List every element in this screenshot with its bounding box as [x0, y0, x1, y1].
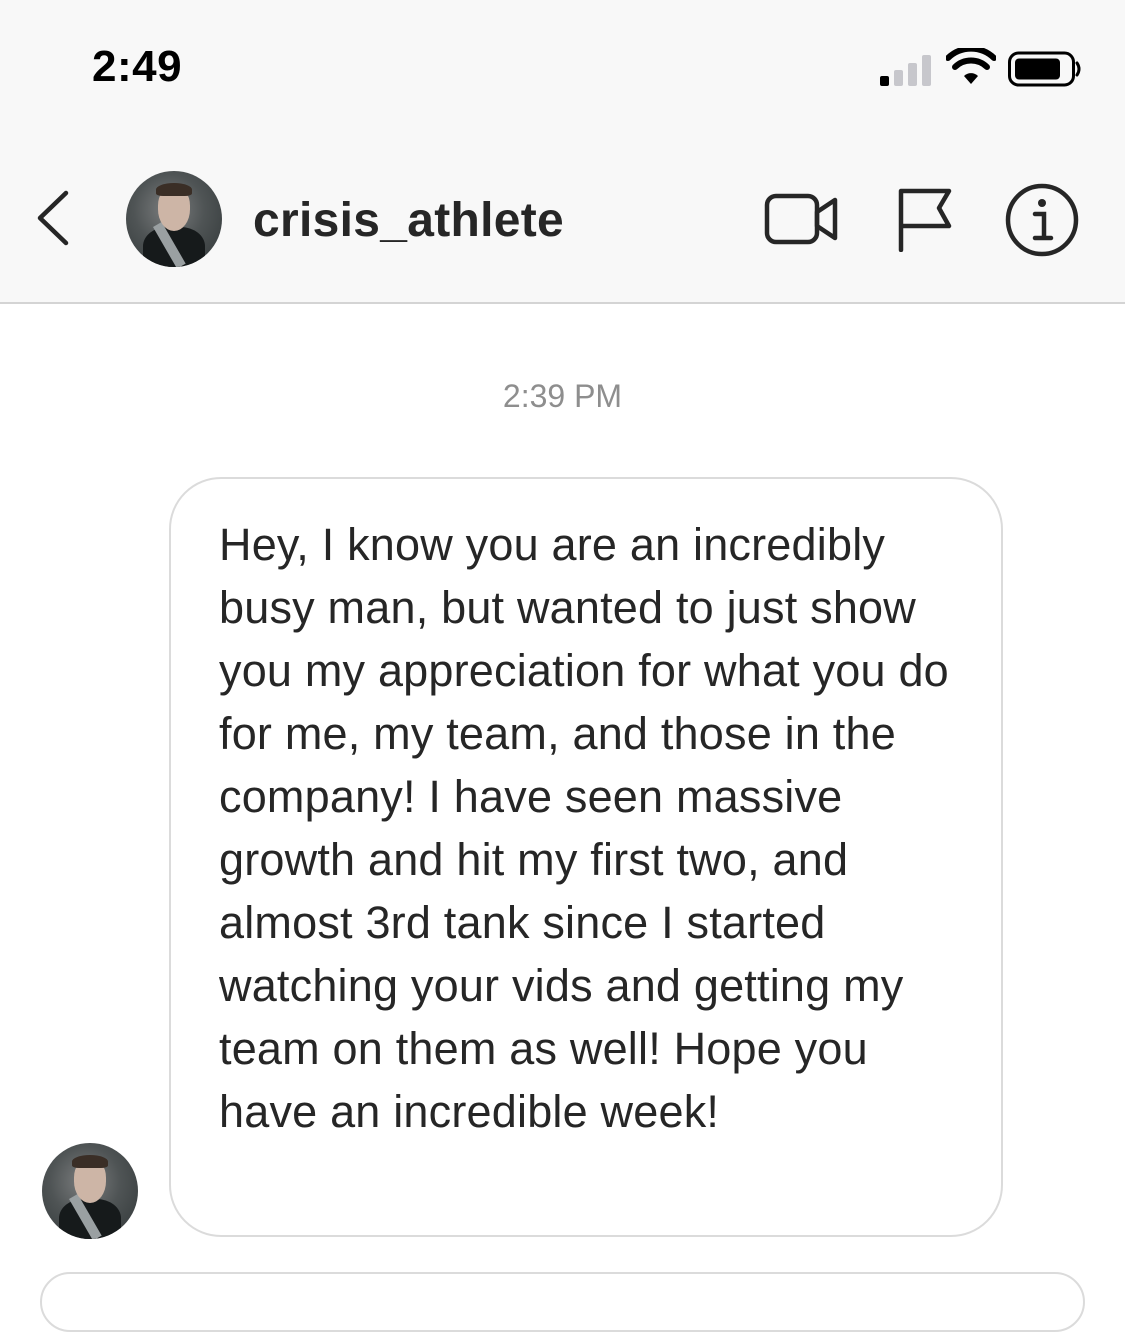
battery-icon [1008, 51, 1081, 87]
message-timestamp: 2:39 PM [502, 378, 623, 414]
flag-icon[interactable] [895, 186, 953, 252]
sender-avatar[interactable] [42, 1143, 138, 1239]
profile-avatar[interactable] [126, 171, 222, 267]
username[interactable]: crisis_athlete [253, 193, 564, 248]
chevron-left-icon[interactable] [30, 185, 78, 251]
next-message-bubble[interactable] [40, 1272, 1085, 1332]
wifi-icon [946, 48, 996, 84]
message-bubble[interactable]: Hey, I know you are an incredibly busy m… [169, 477, 1003, 1237]
top-bar: 2:49 crisis_athlete [0, 0, 1125, 304]
info-icon[interactable] [1004, 182, 1080, 258]
cellular-signal-icon [880, 52, 936, 86]
status-time: 2:49 [92, 42, 183, 91]
message-text: Hey, I know you are an incredibly busy m… [219, 519, 949, 1137]
video-camera-icon[interactable] [764, 190, 840, 248]
